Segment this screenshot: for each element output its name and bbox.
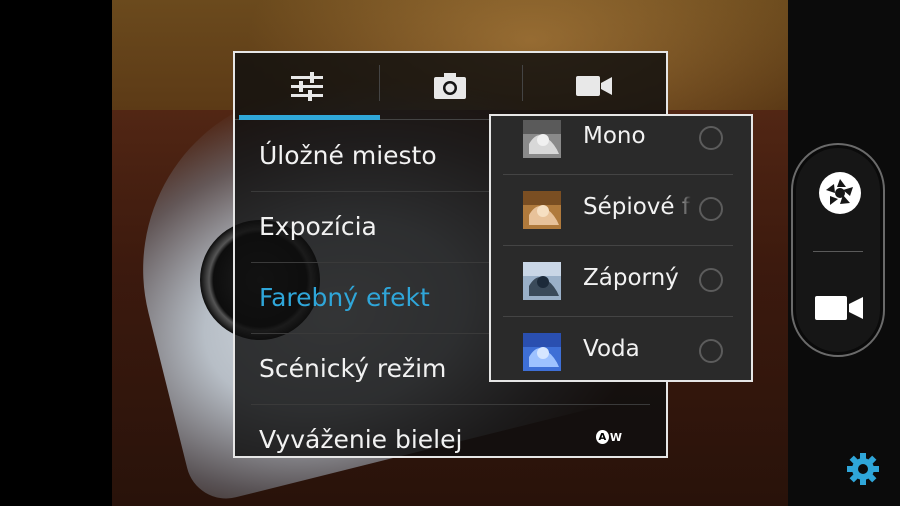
mode-switcher	[791, 143, 885, 357]
mono-thumb	[523, 120, 561, 158]
effect-radio[interactable]	[699, 339, 723, 363]
tab-settings[interactable]	[235, 53, 379, 119]
shutter-icon[interactable]	[817, 170, 863, 216]
tab-camera[interactable]	[378, 53, 523, 119]
effect-label: Voda	[583, 336, 640, 362]
menu-item-label: Úložné miesto	[259, 141, 437, 170]
mode-divider	[813, 251, 863, 252]
effect-item-aqua[interactable]: Voda	[491, 316, 751, 380]
menu-item-label: Farebný efekt	[259, 283, 430, 312]
effect-radio[interactable]	[699, 197, 723, 221]
menu-item-label: Expozícia	[259, 212, 377, 241]
menu-item-label: Scénický režim	[259, 354, 447, 383]
auto-white-balance-icon: AW	[596, 430, 622, 444]
sepia-thumb	[523, 191, 561, 229]
effect-label: Záporný	[583, 265, 679, 291]
gear-icon[interactable]	[846, 452, 880, 486]
menu-item-white-balance[interactable]: Vyváženie bielej AW	[235, 404, 666, 456]
tab-video[interactable]	[522, 53, 666, 119]
menu-item-label: Vyváženie bielej	[259, 425, 463, 454]
settings-tabs	[235, 53, 666, 119]
effect-radio[interactable]	[699, 126, 723, 150]
camera-icon	[434, 73, 467, 99]
effect-label: Mono	[583, 123, 646, 149]
effect-item-mono[interactable]: Mono	[491, 116, 751, 174]
effect-list: Mono Sépiové f Záporný Voda	[491, 116, 751, 380]
effect-label: Sépiové f	[583, 194, 691, 220]
aqua-thumb	[523, 333, 561, 371]
video-camera-icon[interactable]	[813, 293, 865, 323]
effect-radio[interactable]	[699, 268, 723, 292]
effect-item-negative[interactable]: Záporný	[491, 245, 751, 316]
effect-item-sepia[interactable]: Sépiové f	[491, 174, 751, 245]
negative-thumb	[523, 262, 561, 300]
video-camera-icon	[575, 76, 612, 96]
sliders-icon	[290, 72, 323, 101]
color-effect-dropdown: Mono Sépiové f Záporný Voda	[489, 114, 753, 382]
